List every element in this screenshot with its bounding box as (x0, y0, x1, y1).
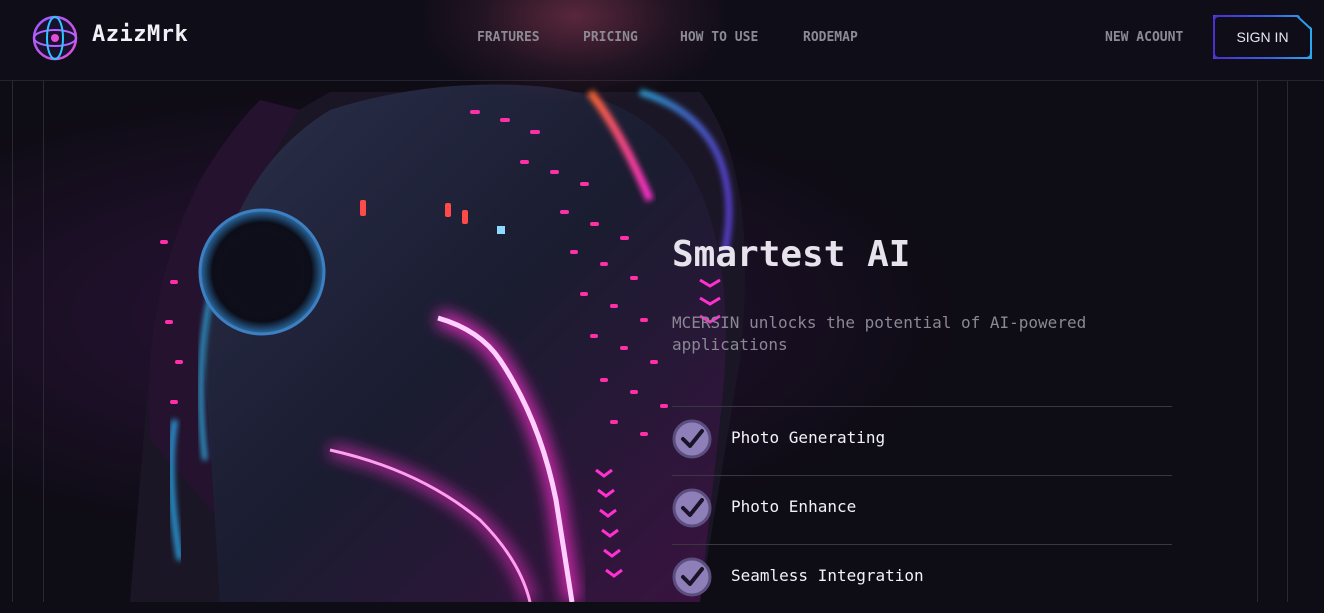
frame-line-right-outer (1287, 81, 1288, 602)
check-circle-icon (672, 419, 712, 459)
hero-title: Smartest AI (672, 234, 911, 275)
sign-in-button[interactable]: SIGN IN (1213, 15, 1312, 59)
feature-list: Photo Generating Photo Enhance Seamless … (672, 406, 1172, 613)
new-account-link[interactable]: NEW ACOUNT (1105, 30, 1183, 45)
list-item: Photo Generating (672, 406, 1172, 475)
frame-line-right-inner (1257, 81, 1258, 602)
frame-line-left-inner (43, 81, 44, 602)
nav-link-features[interactable]: FRATURES (477, 30, 540, 45)
list-item: Photo Enhance (672, 475, 1172, 544)
check-circle-icon (672, 557, 712, 597)
check-circle-icon (672, 488, 712, 528)
list-item: Seamless Integration (672, 544, 1172, 613)
feature-label: Photo Generating (731, 428, 886, 447)
main-nav: FRATURES PRICING HOW TO USE RODEMAP NEW … (0, 30, 1324, 50)
hero-subtitle: MCERSIN unlocks the potential of AI-powe… (672, 313, 1087, 354)
nav-link-pricing[interactable]: PRICING (583, 30, 638, 45)
nav-link-roadmap[interactable]: RODEMAP (803, 30, 858, 45)
feature-label: Seamless Integration (731, 566, 924, 585)
site-header: AzizMrk FRATURES PRICING HOW TO USE RODE… (0, 0, 1324, 100)
feature-label: Photo Enhance (731, 497, 857, 516)
frame-line-left-outer (12, 81, 13, 602)
nav-link-how-to-use[interactable]: HOW TO USE (680, 30, 758, 45)
